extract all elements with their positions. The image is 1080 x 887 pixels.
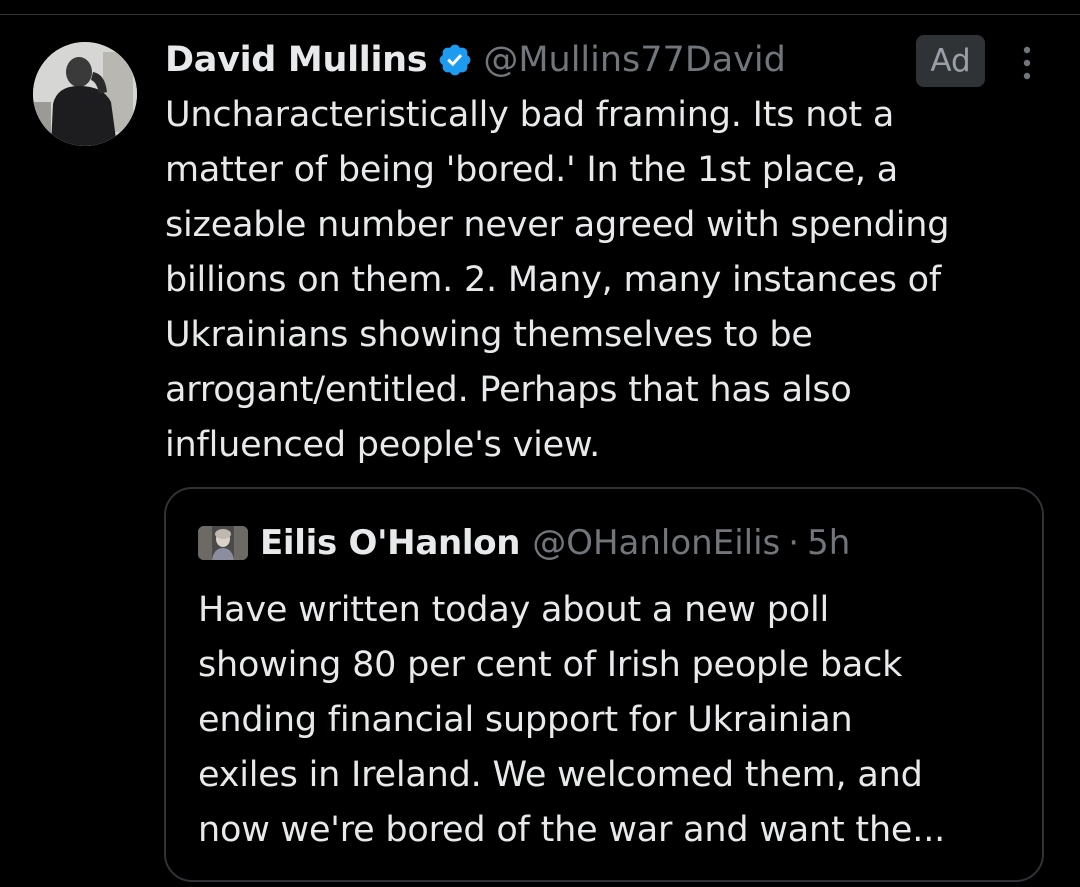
quote-header: Eilis O'Hanlon @OHanlonEilis · 5h (198, 521, 850, 565)
author-handle[interactable]: @Mullins77David (483, 40, 786, 80)
quote-author-avatar (198, 526, 248, 560)
author-name[interactable]: David Mullins (165, 40, 428, 80)
ad-badge: Ad (916, 35, 985, 87)
quote-text: Have written today about a new poll show… (198, 590, 946, 850)
avatar-photo-icon (33, 42, 137, 146)
quote-tweet-card[interactable]: Eilis O'Hanlon @OHanlonEilis · 5h Have w… (164, 487, 1044, 882)
tweet-text: Uncharacteristically bad framing. Its no… (165, 95, 950, 465)
quote-avatar-photo-icon (198, 526, 248, 560)
tweet-header: David Mullins @Mullins77David (165, 38, 786, 82)
quote-timestamp[interactable]: 5h (807, 523, 850, 563)
quote-separator: · (788, 523, 800, 563)
quote-author-handle[interactable]: @OHanlonEilis (532, 523, 780, 563)
top-divider (0, 14, 1080, 15)
author-avatar[interactable] (33, 42, 137, 146)
quote-author-name[interactable]: Eilis O'Hanlon (260, 523, 521, 563)
verified-badge-icon (439, 44, 471, 76)
more-vertical-icon[interactable] (1012, 43, 1042, 83)
